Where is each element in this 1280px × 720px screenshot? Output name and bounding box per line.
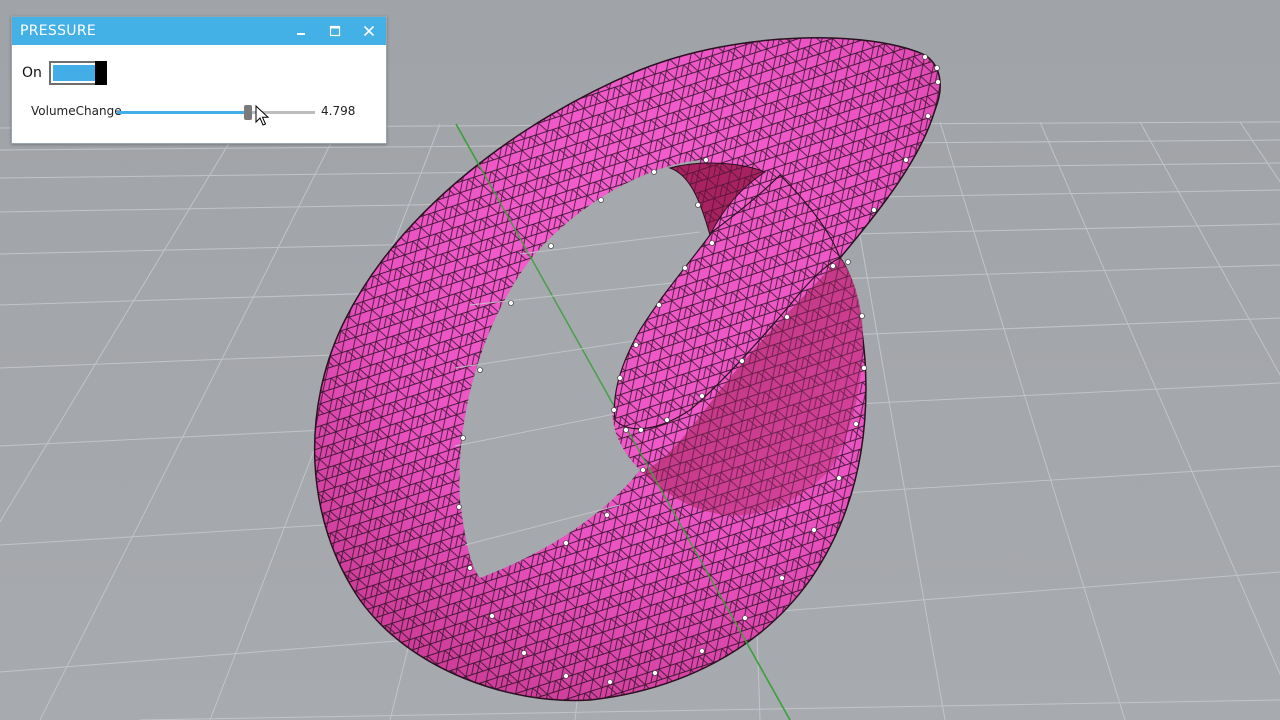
on-toggle-label: On (22, 65, 42, 81)
minimize-icon (297, 33, 305, 35)
on-toggle-row: On (22, 61, 107, 85)
mouse-pointer-icon (255, 105, 269, 126)
close-button[interactable] (352, 17, 386, 45)
volume-change-slider[interactable] (117, 105, 315, 120)
maximize-button[interactable] (318, 17, 352, 45)
maximize-icon (329, 25, 341, 37)
toggle-fill (52, 65, 97, 81)
pressure-panel: PRESSURE On VolumeChange 4.798 (11, 16, 387, 144)
toggle-knob[interactable] (94, 61, 107, 85)
volume-change-value: 4.798 (321, 104, 356, 118)
window-controls (284, 17, 386, 45)
panel-titlebar[interactable]: PRESSURE (12, 17, 386, 45)
on-toggle-switch[interactable] (48, 61, 107, 85)
close-icon (363, 25, 375, 37)
volume-change-label: VolumeChange (31, 104, 122, 118)
slider-fill (117, 111, 248, 114)
minimize-button[interactable] (284, 17, 318, 45)
volume-change-row: VolumeChange 4.798 (31, 100, 381, 124)
slider-thumb[interactable] (243, 105, 252, 120)
panel-title: PRESSURE (20, 23, 97, 39)
